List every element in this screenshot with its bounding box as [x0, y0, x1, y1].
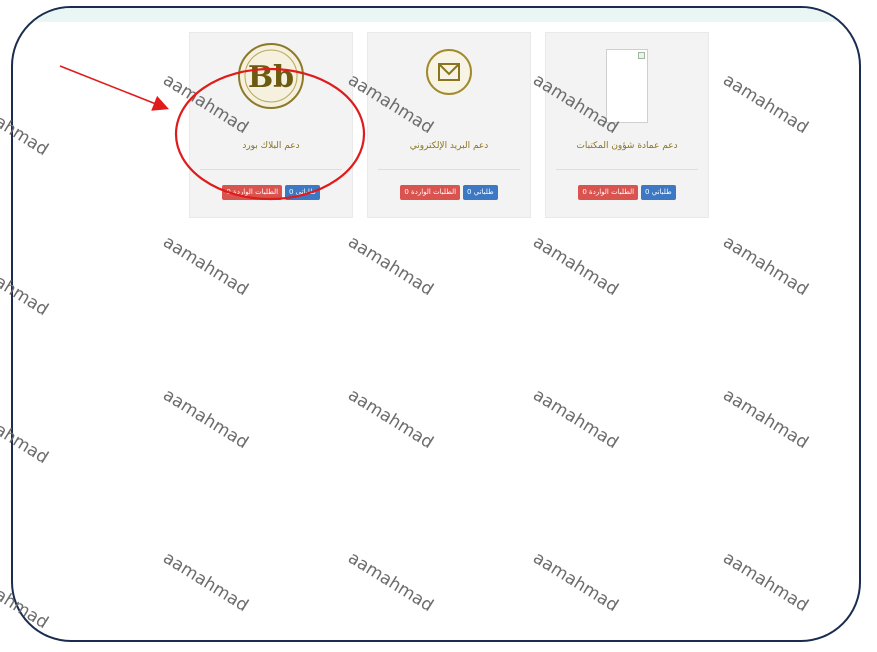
broken-image-icon	[606, 49, 648, 123]
card-title: دعم البلاك بورد	[242, 141, 300, 151]
incoming-requests-button[interactable]: الطلبات الواردة 0	[222, 185, 283, 200]
incoming-requests-button[interactable]: الطلبات الواردة 0	[578, 185, 639, 200]
card-buttons: طلباتي 0 الطلبات الواردة 0	[190, 185, 352, 200]
envelope-icon	[424, 47, 474, 101]
service-card-libraries[interactable]: دعم عمادة شؤون المكتبات طلباتي 0 الطلبات…	[545, 32, 709, 218]
service-card-blackboard[interactable]: Bb دعم البلاك بورد طلباتي 0 الطلبات الوا…	[189, 32, 353, 218]
card-title: دعم عمادة شؤون المكتبات	[576, 141, 678, 151]
service-card-email[interactable]: دعم البريد الإلكتروني طلباتي 0 الطلبات ا…	[367, 32, 531, 218]
my-requests-button[interactable]: طلباتي 0	[285, 185, 320, 200]
screenshot-frame: دعم عمادة شؤون المكتبات طلباتي 0 الطلبات…	[11, 6, 861, 642]
card-divider	[378, 169, 520, 170]
card-buttons: طلباتي 0 الطلبات الواردة 0	[546, 185, 708, 200]
card-divider	[200, 169, 342, 170]
blackboard-logo-icon: Bb	[236, 41, 306, 115]
my-requests-button[interactable]: طلباتي 0	[641, 185, 676, 200]
card-buttons: طلباتي 0 الطلبات الواردة 0	[368, 185, 530, 200]
logo-text: Bb	[248, 60, 294, 95]
incoming-requests-button[interactable]: الطلبات الواردة 0	[400, 185, 461, 200]
card-title: دعم البريد الإلكتروني	[409, 141, 489, 151]
my-requests-button[interactable]: طلباتي 0	[463, 185, 498, 200]
top-strip	[13, 8, 859, 22]
card-divider	[556, 169, 698, 170]
